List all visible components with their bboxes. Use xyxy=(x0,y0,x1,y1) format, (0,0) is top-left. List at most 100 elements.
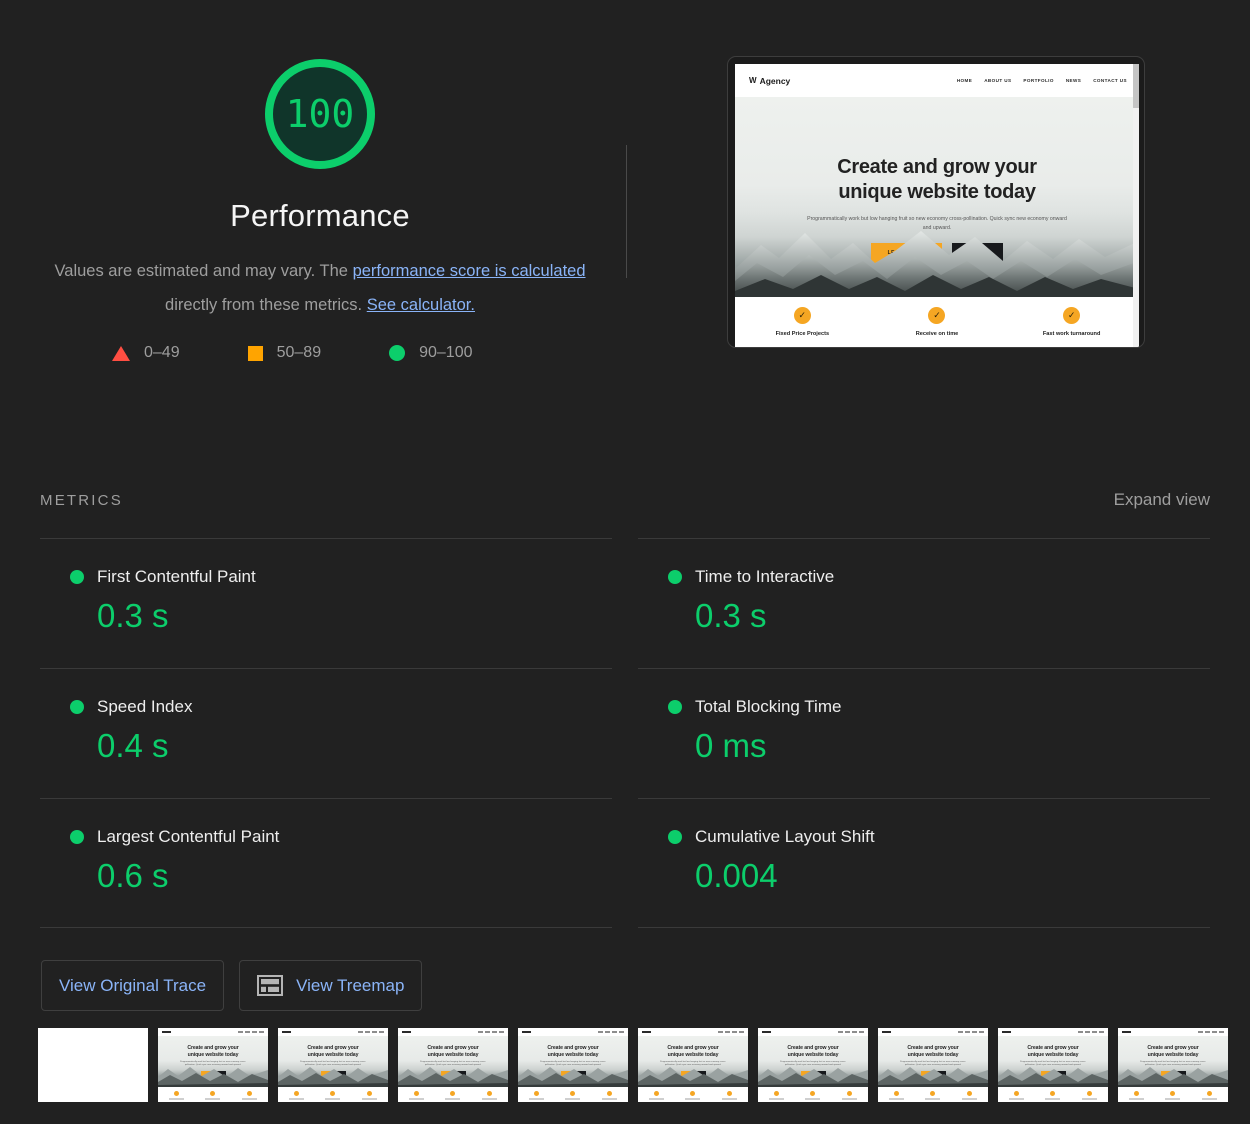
metric-item[interactable]: First Contentful Paint 0.3 s xyxy=(40,538,612,668)
legend-label-pass: 90–100 xyxy=(419,344,473,361)
filmstrip-frame[interactable]: Create and grow your unique website today… xyxy=(638,1028,748,1102)
desc-text-2: directly from these metrics. xyxy=(165,296,367,314)
filmstrip-logo-icon xyxy=(402,1031,411,1033)
mountain-illustration-icon xyxy=(638,1067,748,1087)
preview-menu-item-portfolio: PORTFOLIO xyxy=(1023,78,1054,83)
filmstrip-frame[interactable]: Create and grow your unique website today… xyxy=(878,1028,988,1102)
preview-site-menu: HOME ABOUT US PORTFOLIO NEWS CONTACT US xyxy=(957,78,1127,83)
filmstrip-feature-label xyxy=(962,1098,978,1100)
filmstrip-frame[interactable]: Create and grow your unique website today… xyxy=(1118,1028,1228,1102)
view-original-trace-button[interactable]: View Original Trace xyxy=(41,960,225,1011)
filmstrip-frame[interactable] xyxy=(38,1028,148,1102)
filmstrip-nav xyxy=(638,1028,748,1036)
filmstrip-heading: Create and grow your unique website today xyxy=(1118,1045,1228,1058)
filmstrip-heading-line1: Create and grow your xyxy=(667,1045,719,1051)
filmstrip-heading-line1: Create and grow your xyxy=(1147,1045,1199,1051)
filmstrip-features xyxy=(998,1087,1108,1102)
performance-gauge-block: 100 Performance Values are estimated and… xyxy=(40,30,600,362)
action-buttons-row: View Original Trace View Treemap xyxy=(41,960,423,1011)
filmstrip-nav xyxy=(518,1028,628,1036)
filmstrip-menu-item xyxy=(499,1031,504,1033)
status-pass-icon xyxy=(668,700,682,714)
final-screenshot-preview[interactable]: W Agency HOME ABOUT US PORTFOLIO NEWS CO… xyxy=(727,56,1145,348)
filmstrip-menu-item xyxy=(845,1031,850,1033)
filmstrip-menu-item xyxy=(1099,1031,1104,1033)
filmstrip-menu-item xyxy=(379,1031,384,1033)
filmstrip-feature xyxy=(362,1091,378,1100)
preview-scrollbar[interactable] xyxy=(1133,64,1139,347)
filmstrip-menu-item xyxy=(1198,1031,1203,1033)
view-treemap-button[interactable]: View Treemap xyxy=(239,960,423,1011)
metric-item[interactable]: Speed Index 0.4 s xyxy=(40,668,612,798)
check-icon xyxy=(773,1091,779,1097)
preview-scrollbar-thumb[interactable] xyxy=(1133,64,1139,108)
filmstrip-feature xyxy=(325,1091,341,1100)
see-calculator-link[interactable]: See calculator. xyxy=(367,296,475,314)
filmstrip-feature xyxy=(1008,1091,1024,1100)
filmstrip-hero: Create and grow your unique website today… xyxy=(398,1036,508,1087)
performance-score-link[interactable]: performance score is calculated xyxy=(353,262,586,280)
metric-name: First Contentful Paint xyxy=(97,567,256,586)
expand-view-toggle[interactable]: Expand view xyxy=(1114,490,1210,510)
filmstrip-menu-item xyxy=(365,1031,370,1033)
filmstrip-frame[interactable]: Create and grow your unique website today… xyxy=(158,1028,268,1102)
filmstrip-feature xyxy=(962,1091,978,1100)
metric-name: Cumulative Layout Shift xyxy=(695,827,875,846)
filmstrip-menu-item xyxy=(1205,1031,1210,1033)
filmstrip-logo-icon xyxy=(762,1031,771,1033)
filmstrip-heading: Create and grow your unique website today xyxy=(398,1045,508,1058)
filmstrip-logo-icon xyxy=(642,1031,651,1033)
mountain-illustration-icon xyxy=(735,231,1139,297)
metric-item[interactable]: Total Blocking Time 0 ms xyxy=(638,668,1210,798)
check-icon xyxy=(533,1091,539,1097)
filmstrip-frame[interactable]: Create and grow your unique website today… xyxy=(998,1028,1108,1102)
page-title: Performance xyxy=(230,198,410,233)
preview-features: ✓ Fixed Price Projects ✓ Receive on time… xyxy=(735,297,1139,347)
status-pass-icon xyxy=(70,830,84,844)
treemap-icon xyxy=(257,975,284,996)
preview-feature-1: ✓ Fixed Price Projects xyxy=(747,307,857,347)
metric-item[interactable]: Largest Contentful Paint 0.6 s xyxy=(40,798,612,928)
legend-label-average: 50–89 xyxy=(276,344,322,361)
preview-site-nav: W Agency HOME ABOUT US PORTFOLIO NEWS CO… xyxy=(735,64,1139,97)
filmstrip-menu-item xyxy=(478,1031,483,1033)
filmstrip-frame[interactable]: Create and grow your unique website today… xyxy=(278,1028,388,1102)
filmstrip-nav xyxy=(998,1028,1108,1036)
performance-gauge[interactable]: 100 xyxy=(258,52,382,176)
filmstrip-menu-item xyxy=(852,1031,857,1033)
mountain-illustration-icon xyxy=(398,1067,508,1087)
metric-item[interactable]: Time to Interactive 0.3 s xyxy=(638,538,1210,668)
filmstrip-hero: Create and grow your unique website today… xyxy=(518,1036,628,1087)
metric-item[interactable]: Cumulative Layout Shift 0.004 xyxy=(638,798,1210,928)
metric-value: 0.6 s xyxy=(97,857,169,894)
preview-menu-item-news: NEWS xyxy=(1065,78,1082,83)
legend-item-average: 50–89 xyxy=(247,344,322,362)
filmstrip-feature xyxy=(445,1091,461,1100)
check-icon xyxy=(330,1091,336,1097)
filmstrip-frame[interactable]: Create and grow your unique website today… xyxy=(758,1028,868,1102)
preview-feature-3: ✓ Fast work turnaround xyxy=(1017,307,1127,347)
filmstrip-feature-label xyxy=(408,1098,424,1100)
preview-menu-item-home: HOME xyxy=(956,78,973,83)
filmstrip-feature xyxy=(648,1091,664,1100)
check-icon xyxy=(1207,1091,1213,1097)
filmstrip-heading-line1: Create and grow your xyxy=(787,1045,839,1051)
filmstrip-logo-icon xyxy=(522,1031,531,1033)
filmstrip-feature xyxy=(842,1091,858,1100)
filmstrip-menu xyxy=(1198,1031,1224,1033)
metric-head: First Contentful Paint xyxy=(70,567,612,587)
check-icon xyxy=(930,1091,936,1097)
metric-name: Largest Contentful Paint xyxy=(97,827,280,846)
filmstrip-features xyxy=(878,1087,988,1102)
filmstrip-nav xyxy=(278,1028,388,1036)
filmstrip: Create and grow your unique website today… xyxy=(38,1028,1228,1102)
filmstrip-hero: Create and grow your unique website today… xyxy=(758,1036,868,1087)
filmstrip-frame[interactable]: Create and grow your unique website today… xyxy=(398,1028,508,1102)
filmstrip-nav xyxy=(758,1028,868,1036)
filmstrip-heading-line2: unique website today xyxy=(1147,1051,1199,1058)
filmstrip-frame[interactable]: Create and grow your unique website today… xyxy=(518,1028,628,1102)
filmstrip-heading: Create and grow your unique website today xyxy=(878,1045,988,1058)
filmstrip-menu-item xyxy=(1092,1031,1097,1033)
filmstrip-feature-label xyxy=(888,1098,904,1100)
filmstrip-feature xyxy=(288,1091,304,1100)
